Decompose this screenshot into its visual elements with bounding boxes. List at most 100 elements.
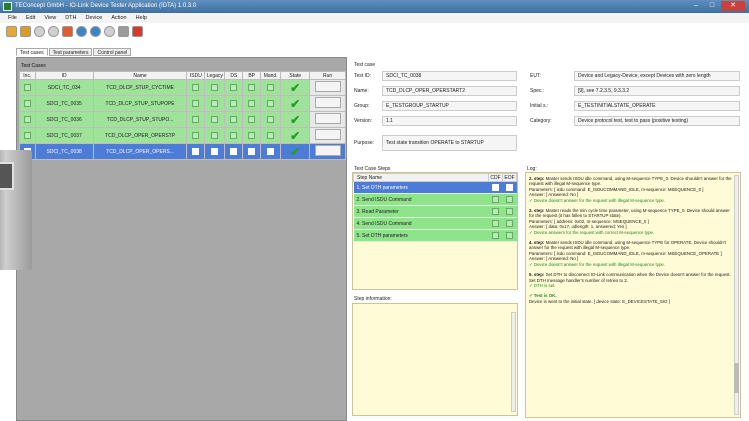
run-cell — [309, 127, 346, 144]
tc-col-legacy[interactable]: Legacy — [204, 71, 226, 80]
log-step-text: 2. step: Master sends ISDU idle command,… — [529, 176, 732, 187]
include-checkbox-cell[interactable] — [19, 111, 36, 128]
include-checkbox[interactable] — [23, 116, 31, 123]
refresh-icon[interactable] — [76, 25, 87, 37]
spec-field[interactable]: [9], see 7.2.3.5, 9.3.3.2 — [574, 86, 740, 96]
steps-col-eof[interactable]: EOF — [502, 173, 517, 182]
step-eof-checkbox[interactable] — [506, 220, 513, 227]
tc-col-bp[interactable]: BP — [242, 71, 262, 80]
step-cdf-checkbox[interactable] — [492, 232, 499, 239]
step-cdf-checkbox[interactable] — [492, 220, 499, 227]
legacy-checkbox — [211, 84, 219, 91]
steps-col-name[interactable]: Step Name — [353, 173, 489, 182]
step-name: 5. Set DTH parameters — [353, 229, 489, 242]
test-case-row[interactable]: SDCI_TC_0038 TCD_DLCP_OPER_OPERS... ✔ — [19, 143, 346, 160]
menu-device[interactable]: Device — [86, 13, 103, 23]
step-row[interactable]: 4. Send ISDU Command — [353, 217, 517, 230]
run-button[interactable] — [314, 81, 341, 92]
document-icon[interactable] — [62, 25, 73, 37]
log-ok-line: ✓ Device doesn't answer for the request … — [529, 261, 666, 267]
close-button[interactable]: ✕ — [721, 1, 745, 11]
menu-help[interactable]: Help — [136, 13, 147, 23]
save-icon[interactable] — [20, 25, 31, 37]
menu-action[interactable]: Action — [111, 13, 126, 23]
name-field[interactable]: TCD_DLCP_OPER_OPERSTART2 — [382, 86, 517, 96]
purpose-field[interactable]: Test state transition OPERATE to STARTUP — [382, 135, 517, 151]
tc-col-state[interactable]: State — [280, 71, 311, 80]
category-field[interactable]: Device protocol test, test to pass (posi… — [574, 116, 740, 126]
initial-state-field[interactable]: E_TESTINITIALSTATE_OPERATE — [574, 101, 740, 111]
menu-dth[interactable]: DTH — [65, 13, 76, 23]
eut-field[interactable]: Device and Legacy-Device, except Devices… — [574, 71, 740, 81]
tab-test-cases[interactable]: Test cases — [16, 48, 48, 56]
cancel-icon[interactable] — [132, 25, 143, 37]
tc-col-ds[interactable]: DS — [224, 71, 244, 80]
run-button[interactable] — [314, 129, 341, 140]
step-row[interactable]: 1. Set DTH parameters — [353, 181, 517, 194]
tc-col-mand[interactable]: Mand. — [260, 71, 282, 80]
include-checkbox[interactable] — [23, 84, 31, 91]
tc-col-inc[interactable]: Inc. — [19, 71, 36, 80]
flag-cell-mand — [260, 143, 282, 160]
step-row[interactable]: 5. Set DTH parameters — [353, 229, 517, 242]
menu-file[interactable]: File — [8, 13, 17, 23]
include-checkbox[interactable] — [23, 132, 31, 139]
log-step-text: 5. step: Set DTH to disconnect IO-Link c… — [529, 272, 732, 283]
group-field[interactable]: E_TESTGROUP_STARTUP — [382, 101, 517, 111]
step-row[interactable]: 3. Read Parameter — [353, 205, 517, 218]
log-scroll-thumb[interactable] — [734, 363, 739, 393]
initial-state-label: Initial s.: — [530, 103, 549, 109]
step-information-panel[interactable] — [352, 303, 518, 416]
version-field[interactable]: 1.1 — [382, 116, 517, 126]
include-checkbox[interactable] — [23, 100, 31, 107]
flag-cell-legacy — [204, 95, 226, 112]
step-cdf-cell — [488, 181, 503, 194]
step-row[interactable]: 2. Send ISDU Command — [353, 193, 517, 206]
step-cdf-checkbox[interactable] — [492, 184, 499, 191]
steps-col-cdf[interactable]: CDF — [488, 173, 503, 182]
sync-icon[interactable] — [104, 25, 115, 37]
test-case-row[interactable]: SDCI_TC_0036 TCD_DLCP_STUP_STUPO... ✔ — [19, 111, 346, 128]
title-bar: TEConcept GmbH - IO-Link Device Tester A… — [0, 0, 749, 13]
step-info-scrollbar[interactable] — [511, 312, 516, 412]
menu-edit[interactable]: Edit — [26, 13, 35, 23]
include-checkbox-cell[interactable] — [19, 95, 36, 112]
step-eof-checkbox[interactable] — [506, 232, 513, 239]
record-icon[interactable] — [34, 25, 45, 37]
test-case-row[interactable]: SDCI_TC_034 TCD_DLCP_STUP_CYCTIME ✔ — [19, 79, 346, 96]
stop-icon[interactable] — [48, 25, 59, 37]
flag-cell-bp — [242, 111, 262, 128]
step-cdf-checkbox[interactable] — [492, 208, 499, 215]
test-id-field[interactable]: SDCI_TC_0038 — [382, 71, 517, 81]
tab-control-panel[interactable]: Control panel — [93, 48, 132, 56]
menu-view[interactable]: View — [44, 13, 56, 23]
folder-open-icon[interactable] — [6, 25, 17, 37]
step-eof-checkbox[interactable] — [506, 184, 513, 191]
test-case-id: SDCI_TC_0035 — [34, 95, 94, 112]
pause-icon[interactable] — [118, 25, 129, 37]
flag-cell-ds — [224, 95, 244, 112]
run-button[interactable] — [314, 145, 341, 156]
bp-checkbox — [248, 132, 256, 139]
tc-col-id[interactable]: ID — [34, 71, 94, 80]
test-case-row[interactable]: SDCI_TC_0035 TCD_DLCP_STUP_STUPOPE ✔ — [19, 95, 346, 112]
tc-col-isdu[interactable]: ISDU — [186, 71, 206, 80]
tc-col-name[interactable]: Name — [92, 71, 188, 80]
cycle-icon[interactable] — [90, 25, 101, 37]
log-ok-line: ✓ DTH is set. — [529, 282, 556, 288]
log-panel[interactable]: 2. step: Master sends ISDU idle command,… — [525, 172, 741, 418]
include-checkbox-cell[interactable] — [19, 127, 36, 144]
tab-test-parameters[interactable]: Test parameters — [48, 48, 93, 56]
run-button[interactable] — [314, 113, 341, 124]
include-checkbox-cell[interactable] — [19, 79, 36, 96]
step-eof-checkbox[interactable] — [506, 208, 513, 215]
maximize-button[interactable]: □ — [705, 1, 719, 11]
run-button[interactable] — [314, 97, 341, 108]
step-cdf-checkbox[interactable] — [492, 196, 499, 203]
checkmark-icon: ✔ — [290, 80, 301, 95]
minimize-button[interactable]: – — [689, 1, 703, 11]
test-case-row[interactable]: SDCI_TC_0037 TCD_DLCP_OPER_OPERSTP ✔ — [19, 127, 346, 144]
step-eof-checkbox[interactable] — [506, 196, 513, 203]
test-id-label: Test ID: — [354, 73, 371, 79]
tc-col-run[interactable]: Run — [309, 71, 346, 80]
